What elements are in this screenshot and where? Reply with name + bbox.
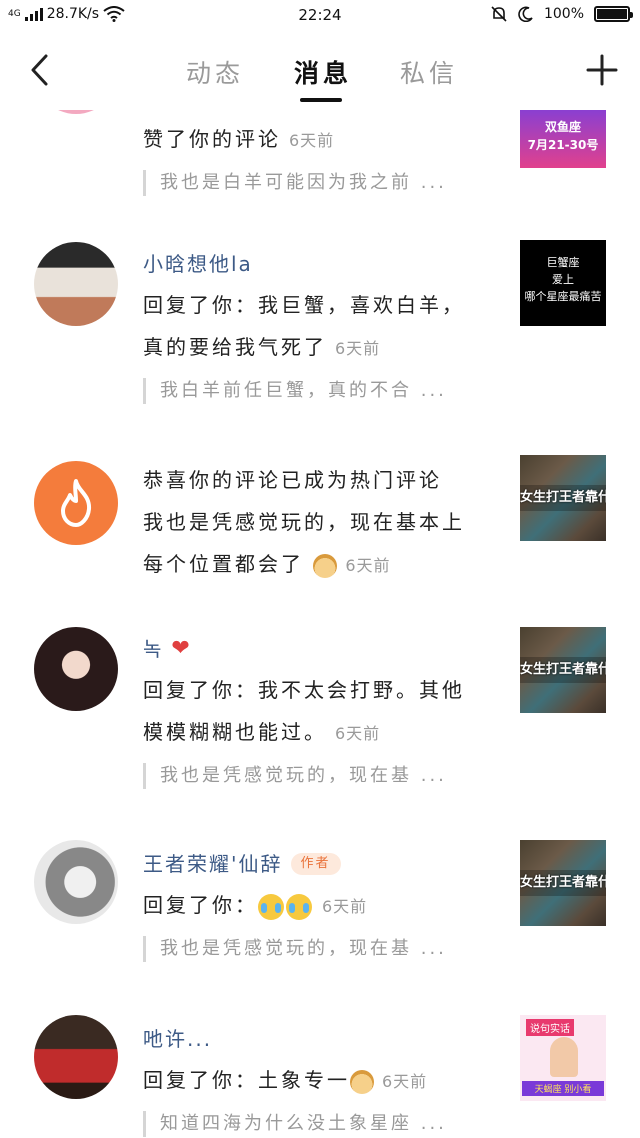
video-thumbnail[interactable]: 女生打王者靠什么 xyxy=(520,627,606,713)
list-item[interactable]: 赞了你的评论 6天前 我也是白羊可能因为我之前 ... 双鱼座 7月21-30号 xyxy=(0,110,640,200)
list-item[interactable]: 小晗想他la 回复了你：我巨蟹，喜欢白羊， 真的要给我气死了 6天前 我白羊前任巨蟹… xyxy=(0,238,640,428)
quoted-comment: 我也是白羊可能因为我之前 ... xyxy=(143,170,493,196)
avatar[interactable] xyxy=(34,840,118,924)
avatar[interactable] xyxy=(34,627,118,711)
crying-emoji-icon xyxy=(258,893,284,920)
video-thumbnail[interactable]: 说句实话 天蝎座 别小看 xyxy=(520,1015,606,1101)
thumbnail-text: 说句实话 xyxy=(526,1019,574,1036)
back-arrow-icon[interactable] xyxy=(22,50,62,90)
moon-icon xyxy=(518,6,533,22)
mute-bell-icon xyxy=(491,6,507,22)
tab-messages[interactable]: 消息 xyxy=(294,54,352,90)
tab-private-messages[interactable]: 私信 xyxy=(400,54,458,90)
video-thumbnail[interactable]: 双鱼座 7月21-30号 xyxy=(520,110,606,168)
flame-icon xyxy=(61,479,92,527)
user-name[interactable]: 吔许... xyxy=(143,1021,493,1057)
thumbnail-text: 双鱼座 xyxy=(544,120,581,134)
avatar xyxy=(34,461,118,545)
user-name[interactable]: 小晗想他la xyxy=(143,246,493,282)
message-list: 赞了你的评论 6天前 我也是白羊可能因为我之前 ... 双鱼座 7月21-30号 … xyxy=(0,110,640,1138)
thumbnail-text: 天蝎座 别小看 xyxy=(522,1081,604,1096)
message-time: 6天前 xyxy=(289,131,335,150)
quoted-comment: 我白羊前任巨蟹，真的不合 ... xyxy=(143,378,493,404)
message-time: 6天前 xyxy=(322,897,368,916)
heart-emoji-icon: ❤ xyxy=(171,636,192,661)
doge-emoji-icon xyxy=(350,1069,374,1094)
message-time: 6天前 xyxy=(335,339,381,358)
tab-dynamic[interactable]: 动态 xyxy=(186,54,244,90)
message-text: 回复了你：我不太会打野。其他 模模糊糊也能过。 6天前 xyxy=(143,678,465,744)
list-item[interactable]: 녹 ❤ 回复了你：我不太会打野。其他 模模糊糊也能过。 6天前 我也是凭感觉玩的，现在… xyxy=(0,625,640,815)
battery-percent: 100% xyxy=(543,6,584,22)
message-text: 回复了你：我巨蟹，喜欢白羊， 真的要给我气死了 6天前 xyxy=(143,293,465,359)
video-thumbnail[interactable]: 女生打王者靠什么 xyxy=(520,840,606,926)
quoted-comment: 我也是凭感觉玩的，现在基 ... xyxy=(143,936,493,962)
message-text: 回复了你：土象专一 6天前 xyxy=(143,1068,428,1094)
status-right: 100% xyxy=(490,5,633,23)
message-time: 6天前 xyxy=(382,1072,428,1091)
list-item[interactable]: 王者荣耀'仙辞 作者 回复了你： 6天前 我也是凭感觉玩的，现在基 ... 女生打王… xyxy=(0,838,640,998)
battery-icon xyxy=(594,6,633,22)
author-badge: 作者 xyxy=(290,853,341,875)
user-name[interactable]: 王者荣耀'仙辞 作者 xyxy=(143,846,493,882)
plus-icon[interactable] xyxy=(582,50,622,90)
avatar[interactable] xyxy=(34,242,118,326)
avatar[interactable] xyxy=(34,1015,118,1099)
quoted-comment: 我也是凭感觉玩的，现在基 ... xyxy=(143,763,493,789)
list-item[interactable]: 恭喜你的评论已成为热门评论 我也是凭感觉玩的，现在基本上 每个位置都会了 6天前 女… xyxy=(0,453,640,603)
thumbnail-text: 巨蟹座 爱上 哪个星座最痛苦 xyxy=(524,256,602,303)
message-text: 赞了你的评论 6天前 xyxy=(143,127,335,151)
thumbnail-text: 7月21-30号 xyxy=(527,138,599,152)
user-name[interactable]: 녹 ❤ xyxy=(143,631,493,667)
active-tab-indicator xyxy=(300,98,342,102)
message-text: 恭喜你的评论已成为热门评论 我也是凭感觉玩的，现在基本上 每个位置都会了 6天前 xyxy=(143,468,465,578)
list-item[interactable]: 吔许... 回复了你：土象专一 6天前 知道四海为什么没土象星座 ... 说句实话… xyxy=(0,1013,640,1138)
video-thumbnail[interactable]: 巨蟹座 爱上 哪个星座最痛苦 xyxy=(520,240,606,326)
message-text: 回复了你： 6天前 xyxy=(143,884,493,928)
thumbnail-text: 女生打王者靠什么 xyxy=(520,485,606,511)
avatar[interactable] xyxy=(34,110,118,114)
thumbnail-person xyxy=(550,1037,578,1077)
message-time: 6天前 xyxy=(345,556,391,575)
status-bar: 4G 28.7K/s 22:24 100% xyxy=(0,0,640,34)
message-time: 6天前 xyxy=(335,724,381,743)
video-thumbnail[interactable]: 女生打王者靠什么 xyxy=(520,455,606,541)
header: 动态 消息 私信 xyxy=(0,34,640,110)
quoted-comment: 知道四海为什么没土象星座 ... xyxy=(143,1111,493,1137)
thumbnail-text: 女生打王者靠什么 xyxy=(520,657,606,683)
crying-emoji-icon xyxy=(286,893,312,920)
thumbnail-text: 女生打王者靠什么 xyxy=(520,870,606,896)
doge-emoji-icon xyxy=(313,553,338,578)
